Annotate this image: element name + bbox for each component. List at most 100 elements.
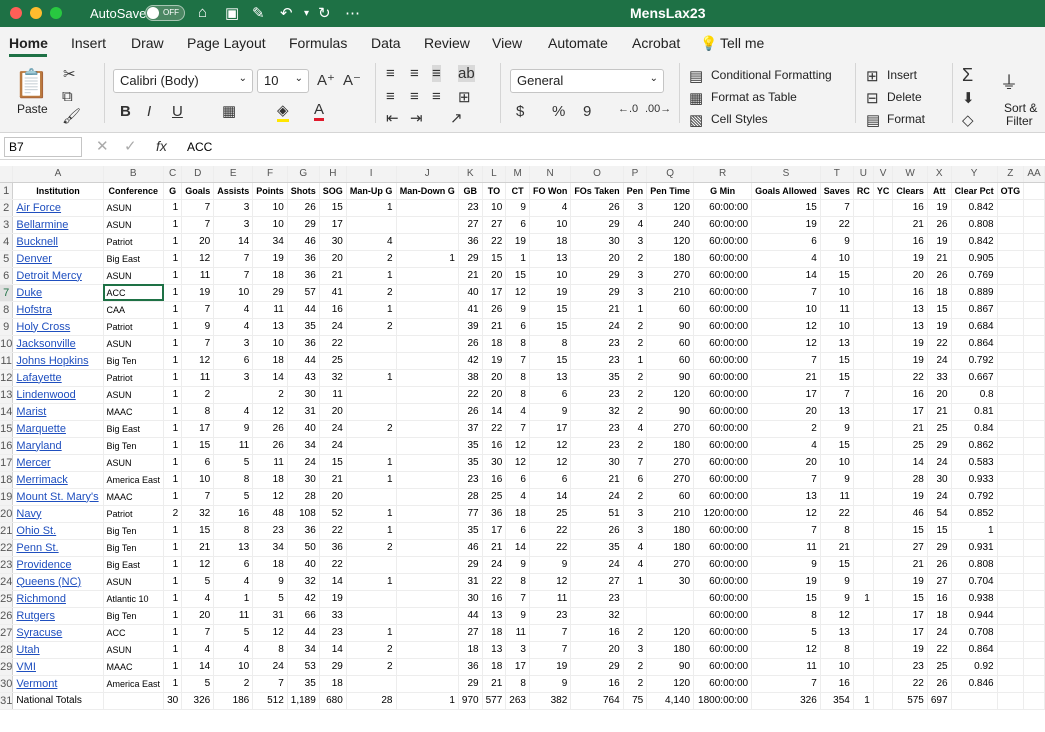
data-cell[interactable]: 354	[820, 692, 854, 710]
data-cell[interactable]: 21	[927, 250, 952, 268]
data-cell[interactable]: 13	[529, 250, 572, 268]
data-cell[interactable]: 4	[751, 437, 821, 455]
data-cell[interactable]	[396, 403, 459, 421]
tab-insert[interactable]: Insert	[71, 35, 106, 51]
data-cell[interactable]: 27	[892, 539, 928, 557]
column-label-cell[interactable]: Institution	[12, 182, 104, 200]
data-cell[interactable]	[997, 250, 1025, 268]
data-cell[interactable]: 5	[751, 624, 821, 642]
data-cell[interactable]	[853, 556, 874, 574]
institution-link[interactable]: VMI	[16, 661, 36, 673]
column-header[interactable]: G	[287, 166, 320, 183]
institution-link[interactable]: Lindenwood	[16, 389, 75, 401]
data-cell[interactable]	[873, 454, 894, 472]
institution-link[interactable]: Ohio St.	[16, 525, 56, 537]
tab-draw[interactable]: Draw	[131, 35, 164, 51]
data-cell[interactable]: 9	[505, 301, 530, 319]
data-cell[interactable]: 4,140	[646, 692, 695, 710]
data-cell[interactable]	[1023, 692, 1045, 710]
data-cell[interactable]: 60:00:00	[693, 403, 753, 421]
data-cell[interactable]	[873, 556, 894, 574]
data-cell[interactable]: 10	[213, 658, 254, 676]
data-cell[interactable]: 14	[181, 658, 215, 676]
institution-link[interactable]: Penn St.	[16, 542, 58, 554]
data-cell[interactable]: 0.846	[951, 675, 998, 693]
data-cell[interactable]: 13	[820, 403, 854, 421]
data-cell[interactable]: 0.889	[951, 284, 998, 302]
data-cell[interactable]: 0.905	[951, 250, 998, 268]
data-cell[interactable]: 54	[927, 505, 952, 523]
data-cell[interactable]: 23	[570, 352, 624, 370]
data-cell[interactable]: 1	[163, 624, 183, 642]
data-cell[interactable]	[646, 590, 695, 608]
align-bottom-icon[interactable]: ≡	[432, 65, 441, 82]
column-header[interactable]: W	[892, 166, 928, 183]
data-cell[interactable]: 180	[646, 250, 695, 268]
enter-icon[interactable]: ✓	[124, 137, 137, 155]
column-header[interactable]: V	[873, 166, 894, 183]
data-cell[interactable]: 36	[287, 522, 320, 540]
tell-me-search[interactable]: Tell me	[720, 35, 764, 51]
column-header[interactable]: P	[623, 166, 648, 183]
decrease-decimal-icon[interactable]: .00→	[645, 103, 671, 115]
data-cell[interactable]	[396, 301, 459, 319]
data-cell[interactable]: 1	[346, 624, 397, 642]
data-cell[interactable]	[853, 301, 874, 319]
data-cell[interactable]: 23	[319, 624, 347, 642]
data-cell[interactable]	[873, 301, 894, 319]
data-cell[interactable]: 26	[252, 420, 288, 438]
data-cell[interactable]: 60:00:00	[693, 369, 753, 387]
data-cell[interactable]: 15	[529, 352, 572, 370]
data-cell[interactable]	[997, 658, 1025, 676]
data-cell[interactable]: 27	[458, 624, 483, 642]
data-cell[interactable]: 17	[892, 403, 928, 421]
column-label-cell[interactable]: G	[163, 182, 183, 200]
data-cell[interactable]: 20	[482, 369, 507, 387]
data-cell[interactable]: 2	[346, 539, 397, 557]
data-cell[interactable]: 12	[529, 573, 572, 591]
data-cell[interactable]	[1023, 641, 1045, 659]
data-cell[interactable]	[396, 607, 459, 625]
data-cell[interactable]: 21	[820, 539, 854, 557]
data-cell[interactable]: 44	[287, 352, 320, 370]
data-cell[interactable]	[873, 590, 894, 608]
row-header[interactable]: 23	[0, 556, 14, 574]
data-cell[interactable]: 326	[751, 692, 821, 710]
data-cell[interactable]: 3	[623, 233, 648, 251]
data-cell[interactable]: 11	[181, 369, 215, 387]
data-cell[interactable]: 21	[319, 471, 347, 489]
data-cell[interactable]	[997, 369, 1025, 387]
data-cell[interactable]	[997, 437, 1025, 455]
data-cell[interactable]: 10	[820, 658, 854, 676]
data-cell[interactable]: Marquette	[12, 420, 104, 438]
data-cell[interactable]: 26	[287, 199, 320, 217]
column-label-cell[interactable]: Clear Pct	[951, 182, 998, 200]
data-cell[interactable]: 41	[319, 284, 347, 302]
data-cell[interactable]: 24	[570, 488, 624, 506]
column-header[interactable]: C	[163, 166, 183, 183]
data-cell[interactable]: 60:00:00	[693, 454, 753, 472]
column-label-cell[interactable]: Saves	[820, 182, 854, 200]
data-cell[interactable]: 2	[623, 403, 648, 421]
data-cell[interactable]: 8	[529, 335, 572, 353]
sort-filter-label-2[interactable]: Filter	[1006, 114, 1033, 128]
data-cell[interactable]: 21	[482, 539, 507, 557]
data-cell[interactable]: Bucknell	[12, 233, 104, 251]
data-cell[interactable]	[1023, 267, 1045, 285]
data-cell[interactable]: 29	[458, 556, 483, 574]
data-cell[interactable]: 46	[287, 233, 320, 251]
data-cell[interactable]: 12	[505, 284, 530, 302]
data-cell[interactable]: VMI	[12, 658, 104, 676]
data-cell[interactable]: 1	[853, 692, 874, 710]
data-cell[interactable]: 22	[319, 335, 347, 353]
data-cell[interactable]: 28	[287, 488, 320, 506]
data-cell[interactable]	[853, 437, 874, 455]
institution-link[interactable]: Johns Hopkins	[16, 355, 88, 367]
data-cell[interactable]: 9	[820, 573, 854, 591]
formula-input[interactable]: ACC	[187, 140, 212, 154]
data-cell[interactable]: 13	[529, 369, 572, 387]
data-cell[interactable]	[997, 284, 1025, 302]
data-cell[interactable]: 60:00:00	[693, 233, 753, 251]
data-cell[interactable]	[873, 675, 894, 693]
delete-cells-button[interactable]: Delete	[887, 90, 922, 104]
